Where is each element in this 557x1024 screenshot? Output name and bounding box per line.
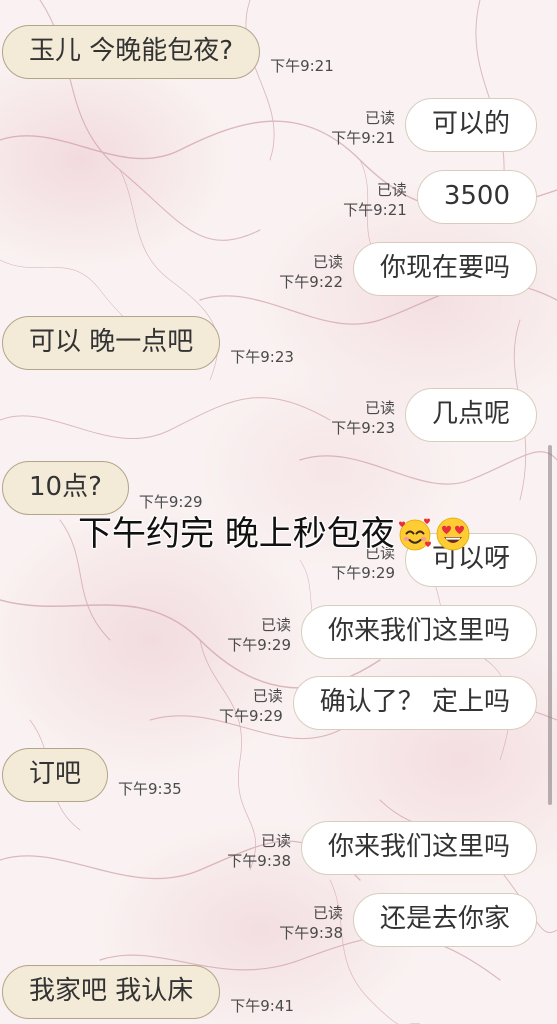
received-message-bubble[interactable]: 10点?	[2, 461, 129, 515]
message-time: 下午9:29	[219, 707, 283, 725]
message-meta: 已读 下午9:29	[219, 686, 283, 726]
caption-text: 下午约完 晚上秒包夜	[78, 514, 395, 554]
message-time: 下午9:29	[138, 493, 203, 511]
message-meta: 已读 下午9:21	[331, 108, 395, 148]
message-time: 下午9:21	[331, 129, 395, 147]
message-text: 玉儿 今晚能包夜?	[29, 36, 234, 66]
sent-message-bubble[interactable]: 几点呢	[404, 388, 537, 442]
message-time: 下午9:23	[331, 419, 395, 437]
message-text: 可以的	[431, 109, 510, 139]
message-text: 10点?	[29, 472, 102, 502]
sent-message-bubble[interactable]: 可以的	[404, 98, 537, 152]
message-time: 下午9:21	[270, 57, 334, 75]
message-text: 订吧	[29, 759, 82, 789]
received-message-bubble[interactable]: 玉儿 今晚能包夜?	[2, 25, 261, 79]
message-row: 已读 下午9:22 你现在要吗	[279, 242, 537, 296]
message-text: 几点呢	[431, 399, 510, 429]
message-text: 确认了？ 定上吗	[319, 687, 510, 717]
read-status: 已读	[312, 904, 343, 922]
sent-message-bubble[interactable]: 还是去你家	[352, 893, 537, 947]
smiling-face-with-heart-eyes-icon	[435, 516, 471, 552]
message-row: 订吧 下午9:35	[2, 748, 182, 802]
received-message-bubble[interactable]: 订吧	[2, 748, 109, 802]
message-row: 可以 晚一点吧 下午9:23	[2, 316, 294, 370]
message-time: 下午9:23	[230, 348, 294, 366]
message-row: 我家吧 我认床 下午9:41	[2, 965, 294, 1019]
sent-message-bubble[interactable]: 你来我们这里吗	[300, 821, 537, 875]
read-status: 已读	[312, 253, 343, 271]
message-meta: 已读 下午9:21	[343, 180, 407, 220]
message-time: 下午9:22	[279, 273, 343, 291]
message-row: 已读 下午9:38 你来我们这里吗	[227, 821, 537, 875]
overlay-caption: 下午约完 晚上秒包夜	[78, 513, 471, 555]
message-text: 可以 晚一点吧	[29, 327, 194, 357]
message-time: 下午9:29	[227, 636, 291, 654]
message-row: 玉儿 今晚能包夜? 下午9:21	[2, 25, 334, 79]
message-row: 已读 下午9:38 还是去你家	[279, 893, 537, 947]
sent-message-bubble[interactable]: 你现在要吗	[352, 242, 537, 296]
scrollbar[interactable]	[548, 445, 552, 805]
sent-message-bubble[interactable]: 你来我们这里吗	[300, 605, 537, 659]
read-status: 已读	[260, 616, 291, 634]
message-time: 下午9:38	[227, 852, 291, 870]
message-row: 已读 下午9:29 确认了？ 定上吗	[219, 676, 537, 730]
message-meta: 已读 下午9:38	[279, 903, 343, 943]
sent-message-bubble[interactable]: 3500	[416, 170, 537, 224]
message-meta: 已读 下午9:38	[227, 831, 291, 871]
message-meta: 已读 下午9:22	[279, 252, 343, 292]
message-row: 已读 下午9:21 可以的	[331, 98, 537, 152]
read-status: 已读	[364, 399, 395, 417]
message-row: 已读 下午9:29 你来我们这里吗	[227, 605, 537, 659]
message-row: 已读 下午9:21 3500	[343, 170, 537, 224]
message-row: 已读 下午9:23 几点呢	[331, 388, 537, 442]
received-message-bubble[interactable]: 我家吧 我认床	[2, 965, 221, 1019]
sent-message-bubble[interactable]: 确认了？ 定上吗	[292, 676, 537, 730]
message-meta: 已读 下午9:23	[331, 398, 395, 438]
message-text: 你来我们这里吗	[327, 616, 510, 646]
message-meta: 已读 下午9:29	[227, 615, 291, 655]
received-message-bubble[interactable]: 可以 晚一点吧	[2, 316, 221, 370]
message-text: 3500	[443, 181, 510, 211]
message-text: 还是去你家	[379, 904, 510, 934]
smiling-face-with-hearts-icon	[397, 516, 433, 552]
message-time: 下午9:41	[230, 997, 294, 1015]
message-text: 你现在要吗	[379, 253, 510, 283]
read-status: 已读	[364, 109, 395, 127]
message-time: 下午9:21	[343, 201, 407, 219]
message-time: 下午9:35	[118, 780, 182, 798]
read-status: 已读	[252, 687, 283, 705]
read-status: 已读	[260, 832, 291, 850]
message-time: 下午9:29	[331, 564, 395, 582]
message-text: 我家吧 我认床	[29, 976, 194, 1006]
read-status: 已读	[376, 181, 407, 199]
message-row: 10点? 下午9:29	[2, 461, 203, 515]
message-time: 下午9:38	[279, 924, 343, 942]
message-text: 你来我们这里吗	[327, 832, 510, 862]
